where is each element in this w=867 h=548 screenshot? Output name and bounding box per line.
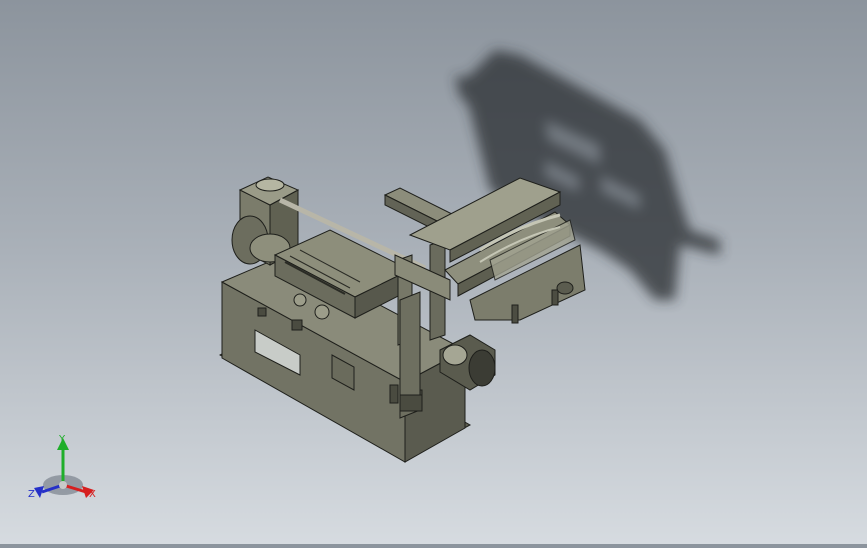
triad-x-label: X xyxy=(89,489,96,500)
triad-y-label: Y xyxy=(58,434,66,445)
machine-model[interactable] xyxy=(218,176,586,463)
graphics-viewport[interactable]: Y X Z xyxy=(0,0,867,544)
coordinate-triad: Y X Z xyxy=(26,430,106,505)
triad-z-label: Z xyxy=(28,489,35,500)
viewport-canvas[interactable] xyxy=(0,0,867,544)
